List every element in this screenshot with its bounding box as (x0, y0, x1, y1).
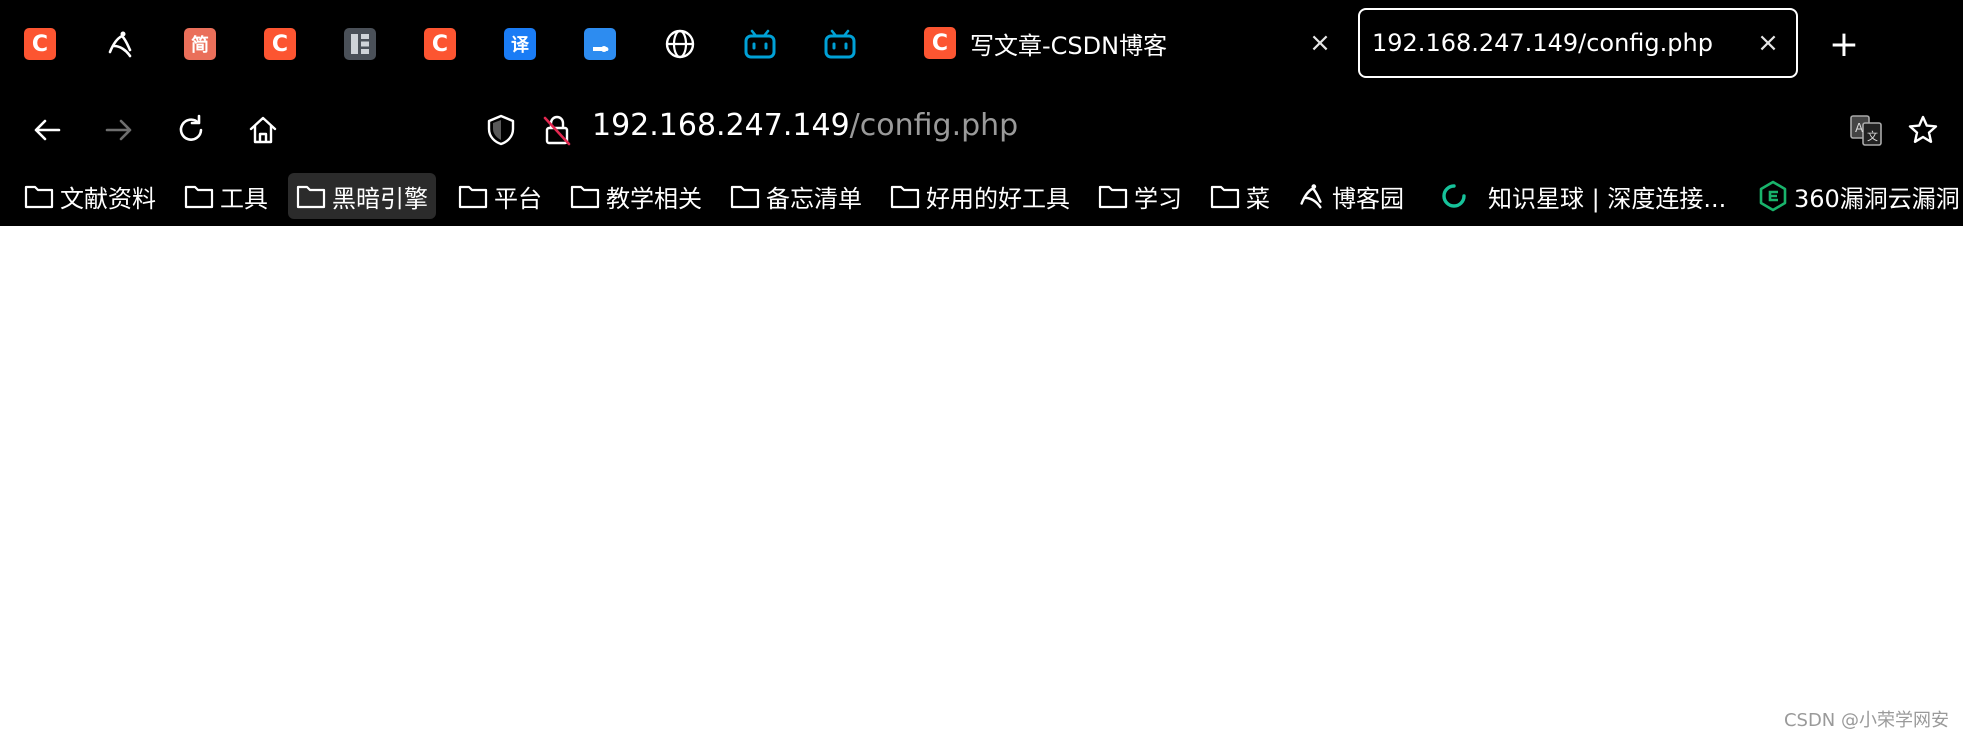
bookmark-label: 文献资料 (60, 184, 156, 213)
bookmark-folder-cai[interactable]: 菜 (1210, 173, 1270, 219)
csdn-icon: C (24, 28, 56, 60)
bookmark-folder-literature[interactable]: 文献资料 (24, 173, 156, 219)
bookmark-cnblogs[interactable]: 博客园 (1296, 173, 1404, 219)
translate-button[interactable]: A文 (1845, 109, 1887, 151)
bookmark-folder-study[interactable]: 学习 (1098, 173, 1182, 219)
bookmark-360-vulcloud[interactable]: 360漏洞云漏洞 (1758, 173, 1960, 219)
pinned-tab-cnblogs[interactable] (100, 24, 140, 64)
tab-config-active[interactable]: 192.168.247.149/config.php × (1358, 8, 1798, 78)
address-bar[interactable]: 192.168.247.149/config.php (592, 108, 1018, 143)
home-button[interactable] (242, 109, 284, 151)
cnblogs-icon (108, 31, 132, 58)
pinned-tab-cloud[interactable] (580, 24, 620, 64)
folder-icon (1098, 183, 1128, 209)
pinned-tab-bilibili[interactable] (740, 24, 780, 64)
bookmark-folder-teaching[interactable]: 教学相关 (570, 173, 702, 219)
bookmark-label: 备忘清单 (766, 184, 862, 213)
jianshu-icon: 简 (184, 28, 216, 60)
bookmark-folder-cheatsheets[interactable]: 备忘清单 (730, 173, 862, 219)
bookmark-label: 知识星球 | 深度连接... (1488, 184, 1727, 213)
watermark: CSDN @小荣学网安 (1783, 710, 1949, 731)
csdn-icon: C (924, 27, 956, 59)
url-path: /config.php (849, 108, 1019, 143)
bookmark-folder-platform[interactable]: 平台 (458, 173, 542, 219)
url-host: 192.168.247.149 (592, 108, 850, 143)
pinned-tab-csdn-2[interactable]: C (260, 24, 300, 64)
site-security-button[interactable] (536, 109, 578, 151)
tab-csdn-write[interactable]: C 写文章-CSDN博客 × (912, 8, 1348, 78)
bookmark-label: 平台 (494, 184, 542, 213)
pinned-tab-csdn[interactable]: C (20, 24, 60, 64)
bookmark-label: 黑暗引擎 (332, 184, 428, 213)
knowledge-planet-icon (1438, 180, 1470, 212)
bookmark-label: 360漏洞云漏洞 (1794, 184, 1960, 213)
svg-text:文: 文 (1867, 129, 1878, 143)
csdn-icon: C (264, 28, 296, 60)
tab-title: 192.168.247.149/config.php (1372, 29, 1713, 57)
bookmark-folder-tools[interactable]: 工具 (184, 173, 268, 219)
forward-button[interactable] (98, 109, 140, 151)
pinned-tab-globe[interactable] (660, 24, 700, 64)
bookmark-label: 工具 (220, 184, 268, 213)
folder-icon (570, 183, 600, 209)
back-button[interactable] (26, 109, 68, 151)
bookmark-folder-dark-engine[interactable]: 黑暗引擎 (288, 173, 436, 219)
pinned-tab-jianshu[interactable]: 简 (180, 24, 220, 64)
shield-icon (487, 114, 515, 146)
reload-icon (179, 114, 203, 141)
pinned-tab-bilibili-2[interactable] (820, 24, 860, 64)
vulcloud-icon (1758, 180, 1788, 212)
svg-text:A: A (1855, 121, 1864, 135)
reload-button[interactable] (170, 109, 212, 151)
bookmark-label: 教学相关 (606, 184, 702, 213)
insecure-lock-icon (543, 115, 571, 146)
tab-title: 写文章-CSDN博客 (970, 31, 1168, 60)
bilibili-icon (824, 29, 856, 59)
browser-chrome: C 简 C C 译 C 写文章-CSDN博客 × 192.168.247.149… (0, 0, 1963, 226)
bilibili-icon (744, 29, 776, 59)
pinned-tab-app[interactable] (340, 24, 380, 64)
translate-page-icon: A文 (1850, 115, 1882, 146)
bookmark-label: 好用的好工具 (926, 184, 1070, 213)
close-icon[interactable]: × (1302, 25, 1338, 61)
folder-icon (24, 183, 54, 209)
bookmarks-toolbar: 文献资料 工具 黑暗引擎 平台 教学相关 备忘清单 好用的好工具 学习 菜 博客… (0, 170, 1963, 226)
folder-icon (890, 183, 920, 209)
folder-icon (184, 183, 214, 209)
bookmark-star-button[interactable] (1902, 109, 1944, 151)
bookmark-label: 博客园 (1332, 184, 1404, 213)
star-icon (1908, 115, 1938, 143)
folder-icon (296, 183, 326, 209)
bookmark-folder-good-tools[interactable]: 好用的好工具 (890, 173, 1070, 219)
tracking-protection-button[interactable] (480, 109, 522, 151)
folder-icon (1210, 183, 1240, 209)
folder-icon (458, 183, 488, 209)
forward-arrow-icon (105, 119, 132, 141)
cloud-icon (584, 28, 616, 60)
bookmark-label: 学习 (1134, 184, 1182, 213)
bookmark-knowledge-planet[interactable]: 知识星球 | 深度连接... (1438, 173, 1726, 219)
back-arrow-icon (34, 119, 61, 141)
cnblogs-icon (1296, 181, 1326, 211)
page-content (0, 226, 1963, 740)
app-icon (344, 28, 376, 60)
csdn-icon: C (424, 28, 456, 60)
globe-icon (665, 29, 695, 59)
new-tab-button[interactable]: + (1824, 24, 1864, 65)
pinned-tab-csdn-3[interactable]: C (420, 24, 460, 64)
close-icon[interactable]: × (1750, 25, 1786, 61)
home-icon (249, 116, 277, 144)
tab-strip: C 简 C C 译 C 写文章-CSDN博客 × 192.168.247.149… (0, 0, 1963, 88)
folder-icon (730, 183, 760, 209)
bookmark-label: 菜 (1246, 184, 1270, 213)
translate-icon: 译 (504, 28, 536, 60)
pinned-tab-translate[interactable]: 译 (500, 24, 540, 64)
